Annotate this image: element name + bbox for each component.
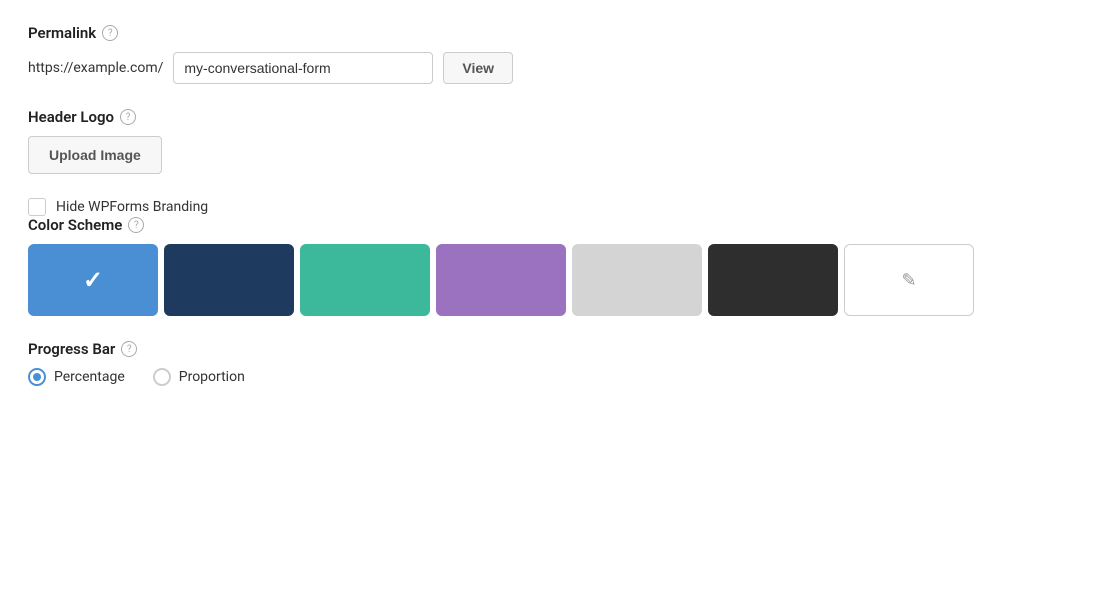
color-swatch-light-gray[interactable] bbox=[572, 244, 702, 316]
header-logo-help-icon[interactable]: ? bbox=[120, 109, 136, 125]
percentage-label: Percentage bbox=[54, 369, 125, 385]
color-swatch-purple[interactable] bbox=[436, 244, 566, 316]
hide-branding-checkbox[interactable] bbox=[28, 198, 46, 216]
color-swatch-teal[interactable] bbox=[300, 244, 430, 316]
percentage-radio[interactable] bbox=[28, 368, 46, 386]
permalink-view-button[interactable]: View bbox=[443, 52, 513, 84]
progress-bar-option-percentage[interactable]: Percentage bbox=[28, 368, 125, 386]
color-swatch-dark[interactable] bbox=[708, 244, 838, 316]
color-scheme-label-row: Color Scheme ? bbox=[28, 216, 1088, 234]
color-swatch-navy[interactable] bbox=[164, 244, 294, 316]
proportion-radio[interactable] bbox=[153, 368, 171, 386]
color-swatch-custom[interactable]: ✎ bbox=[844, 244, 974, 316]
progress-bar-radio-group: Percentage Proportion bbox=[28, 368, 1088, 386]
header-logo-section: Header Logo ? Upload Image bbox=[28, 108, 1088, 174]
permalink-base-url: https://example.com/ bbox=[28, 60, 163, 76]
permalink-input-row: https://example.com/ View bbox=[28, 52, 1088, 84]
permalink-slug-input[interactable] bbox=[173, 52, 433, 84]
header-logo-label-row: Header Logo ? bbox=[28, 108, 1088, 126]
progress-bar-help-icon[interactable]: ? bbox=[121, 341, 137, 357]
proportion-label: Proportion bbox=[179, 369, 245, 385]
color-scheme-section: Color Scheme ? ✎ bbox=[28, 216, 1088, 316]
hide-branding-label: Hide WPForms Branding bbox=[56, 199, 208, 215]
color-swatches-container: ✎ bbox=[28, 244, 1088, 316]
hide-branding-section: Hide WPForms Branding bbox=[28, 198, 1088, 216]
progress-bar-option-proportion[interactable]: Proportion bbox=[153, 368, 245, 386]
progress-bar-label: Progress Bar bbox=[28, 340, 115, 358]
permalink-label-row: Permalink ? bbox=[28, 24, 1088, 42]
progress-bar-section: Progress Bar ? Percentage Proportion bbox=[28, 340, 1088, 386]
permalink-help-icon[interactable]: ? bbox=[102, 25, 118, 41]
upload-image-button[interactable]: Upload Image bbox=[28, 136, 162, 174]
pen-icon: ✎ bbox=[901, 270, 916, 291]
header-logo-label: Header Logo bbox=[28, 108, 114, 126]
permalink-label: Permalink bbox=[28, 24, 96, 42]
permalink-section: Permalink ? https://example.com/ View bbox=[28, 24, 1088, 84]
color-scheme-label: Color Scheme bbox=[28, 216, 122, 234]
color-swatch-blue[interactable] bbox=[28, 244, 158, 316]
color-scheme-help-icon[interactable]: ? bbox=[128, 217, 144, 233]
progress-bar-label-row: Progress Bar ? bbox=[28, 340, 1088, 358]
